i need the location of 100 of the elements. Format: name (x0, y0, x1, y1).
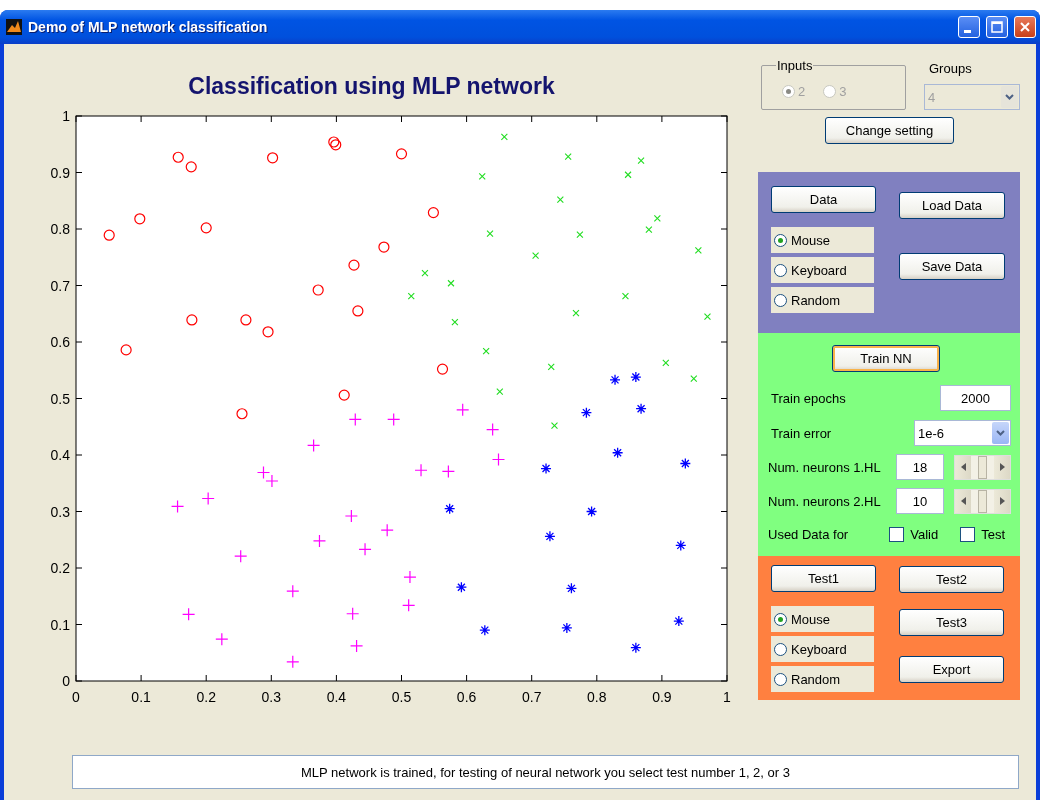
neurons-field[interactable]: 18 (896, 454, 944, 480)
radio-option[interactable]: Keyboard (771, 636, 874, 662)
tick-label: 0.6 (50, 334, 70, 350)
radio-option[interactable]: Keyboard (771, 257, 874, 283)
save-data-button[interactable]: Save Data (899, 253, 1005, 280)
plus-marker (286, 655, 300, 669)
change-setting-button[interactable]: Change setting (825, 116, 954, 144)
circle-marker (395, 148, 408, 160)
test-button[interactable]: Test2 (899, 566, 1004, 593)
circle-marker (338, 389, 350, 401)
cross-marker (694, 246, 702, 254)
error-label: Train error (771, 425, 832, 441)
circle-marker (103, 229, 115, 241)
error-dropdown[interactable]: 1e-6 (914, 420, 1011, 446)
close-icon (1019, 21, 1031, 33)
star-marker (544, 530, 556, 542)
star-marker (540, 462, 552, 475)
plus-marker (456, 403, 470, 417)
radio-option[interactable]: Mouse (771, 606, 874, 632)
load-data-button[interactable]: Load Data (899, 192, 1005, 219)
neurons-slider[interactable] (954, 454, 1011, 480)
star-marker (679, 457, 691, 470)
export-button[interactable]: Export (899, 656, 1004, 683)
minimize-button[interactable] (958, 16, 980, 38)
radio-option[interactable]: Random (771, 666, 874, 692)
cross-marker (637, 157, 645, 165)
tick-label: 1 (62, 108, 70, 124)
test-button[interactable]: Test1 (771, 565, 876, 592)
circle-marker (240, 314, 252, 326)
tick-label: 0.8 (587, 689, 607, 705)
cross-marker (690, 375, 698, 383)
radio-option[interactable]: Random (771, 287, 874, 313)
tick-label: 0.6 (456, 689, 477, 705)
checkbox-option[interactable]: Valid (889, 526, 939, 542)
plus-marker (286, 584, 300, 598)
neurons-field[interactable]: 10 (896, 488, 944, 514)
cross-marker (624, 171, 632, 179)
circle-marker (348, 259, 360, 271)
cross-marker (662, 359, 670, 367)
tick-label: 0.3 (50, 503, 70, 520)
star-marker (630, 371, 642, 383)
cross-marker (621, 292, 629, 300)
cross-marker (486, 229, 494, 238)
star-marker (612, 447, 624, 459)
circle-marker (120, 344, 132, 356)
window-title: Demo of MLP network classification (28, 19, 269, 35)
train-button[interactable]: Train NN (832, 344, 940, 372)
plus-marker (256, 465, 271, 480)
cross-marker (478, 172, 486, 180)
star-marker (673, 615, 685, 627)
circle-marker (236, 408, 248, 420)
used-data-label: Used Data for (768, 526, 849, 542)
minimize-icon (964, 29, 971, 33)
radio-option[interactable]: Mouse (771, 227, 874, 253)
circle-marker (312, 284, 324, 296)
tick-label: 1 (723, 689, 731, 705)
circle-marker (378, 241, 390, 253)
slider-thumb[interactable] (978, 455, 987, 479)
plot-title: Classification using MLP network (187, 72, 556, 100)
plus-marker (358, 542, 372, 556)
cross-marker (556, 196, 564, 204)
tick-label: 0.2 (50, 560, 70, 576)
close-button[interactable] (1014, 16, 1036, 38)
tick-label: 0.3 (261, 689, 282, 705)
tick-label: 0.1 (50, 616, 70, 633)
data-button[interactable]: Data (771, 186, 876, 213)
group-label: Inputs (776, 58, 814, 73)
plus-marker (402, 598, 416, 612)
star-marker (455, 581, 468, 593)
circle-marker (200, 222, 212, 234)
plus-marker (380, 523, 394, 537)
left-arrow-icon (960, 497, 966, 505)
epochs-field[interactable]: 2000 (940, 385, 1011, 411)
neurons-slider[interactable] (954, 488, 1011, 514)
tick-label: 0.5 (50, 390, 70, 407)
maximize-button[interactable] (986, 16, 1008, 38)
tick-label: 0.7 (521, 689, 542, 705)
plus-marker (414, 463, 428, 477)
cross-marker (451, 318, 459, 326)
star-marker (580, 407, 593, 419)
status-message: MLP network is trained, for testing of neural network you select test number 1, 2, or 3 (72, 755, 1019, 789)
plus-marker (307, 438, 321, 452)
cross-marker (532, 252, 540, 260)
circle-marker (436, 363, 449, 375)
plus-marker (387, 412, 401, 426)
plus-marker (346, 607, 360, 621)
plus-marker (182, 607, 196, 621)
cross-marker (407, 292, 415, 300)
circle-marker (427, 207, 439, 219)
right-arrow-icon (999, 497, 1005, 505)
slider-thumb[interactable] (978, 489, 987, 513)
tick-label: 0.2 (196, 689, 216, 705)
peak-icon (6, 19, 22, 35)
tick-label: 0.1 (131, 689, 151, 705)
circle-marker (185, 161, 197, 173)
circle-marker (134, 213, 146, 225)
epochs-label: Train epochs (771, 390, 846, 406)
plus-marker (265, 474, 279, 488)
checkbox-option[interactable]: Test (960, 526, 1005, 542)
test-button[interactable]: Test3 (899, 609, 1004, 636)
